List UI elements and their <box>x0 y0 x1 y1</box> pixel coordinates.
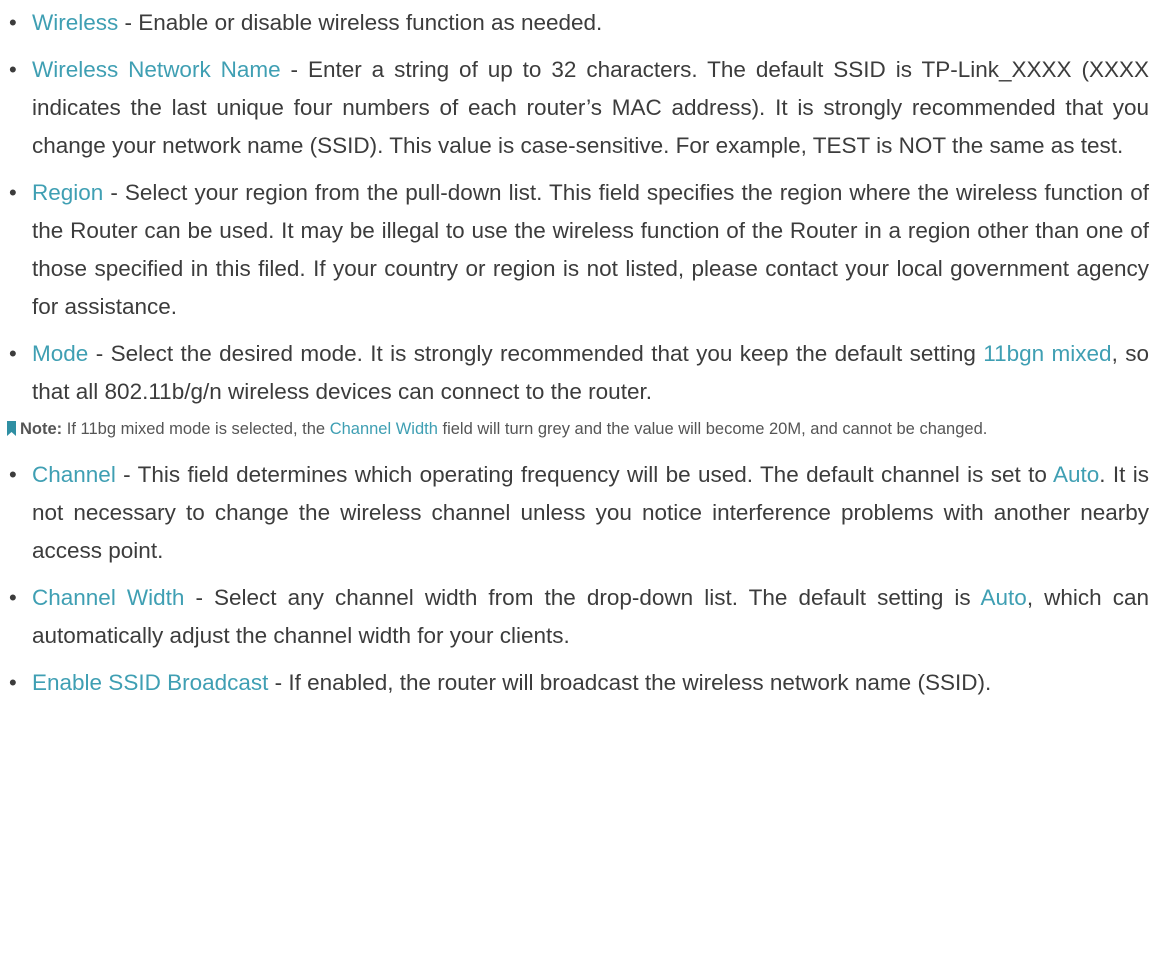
note-label: Note: <box>20 420 63 438</box>
note-block: Note: If 11bg mixed mode is selected, th… <box>6 416 1149 442</box>
description: - If enabled, the router will broadcast … <box>268 670 992 695</box>
manual-page: • Wireless - Enable or disable wireless … <box>0 0 1153 956</box>
description-part: - Select any channel width from the drop… <box>184 585 981 610</box>
bullet-icon: • <box>9 670 17 695</box>
bullet-icon: • <box>9 585 17 610</box>
bullet-icon: • <box>9 180 17 205</box>
note-flag-icon <box>7 421 16 436</box>
note-text: If 11bg mixed mode is selected, the <box>62 420 330 438</box>
bullet-icon: • <box>9 462 17 487</box>
list-item-enable-ssid-broadcast: • Enable SSID Broadcast - If enabled, th… <box>6 664 1149 702</box>
list-item-region: • Region - Select your region from the p… <box>6 174 1149 326</box>
list-item-mode: • Mode - Select the desired mode. It is … <box>6 335 1149 411</box>
list-item-wireless-network-name: • Wireless Network Name - Enter a string… <box>6 51 1149 165</box>
term-enable-ssid-broadcast: Enable SSID Broadcast <box>32 670 269 695</box>
description: - Enable or disable wireless function as… <box>118 10 603 35</box>
list-item-channel-width: • Channel Width - Select any channel wid… <box>6 579 1149 655</box>
note-highlight-channel-width: Channel Width <box>329 420 438 438</box>
highlight-11bgn-mixed: 11bgn mixed <box>983 341 1112 366</box>
highlight-auto: Auto <box>1052 462 1100 487</box>
description-part: - Select the desired mode. It is strongl… <box>88 341 984 366</box>
highlight-auto: Auto <box>980 585 1027 610</box>
description-part: - This field determines which operating … <box>115 462 1053 487</box>
list-item-channel: • Channel - This field determines which … <box>6 456 1149 570</box>
note-text: field will turn grey and the value will … <box>437 420 988 438</box>
bullet-icon: • <box>9 10 17 35</box>
term-region: Region <box>32 180 104 205</box>
settings-list-continued: • Channel - This field determines which … <box>6 456 1149 702</box>
term-channel-width: Channel Width <box>32 585 185 610</box>
term-channel: Channel <box>32 462 116 487</box>
bullet-icon: • <box>9 341 17 366</box>
term-wireless: Wireless <box>32 10 119 35</box>
settings-list: • Wireless - Enable or disable wireless … <box>6 4 1149 411</box>
term-mode: Mode <box>32 341 89 366</box>
bullet-icon: • <box>9 57 17 82</box>
description: - Select your region from the pull-down … <box>32 180 1149 319</box>
list-item-wireless: • Wireless - Enable or disable wireless … <box>6 4 1149 42</box>
term-wireless-network-name: Wireless Network Name <box>32 57 281 82</box>
